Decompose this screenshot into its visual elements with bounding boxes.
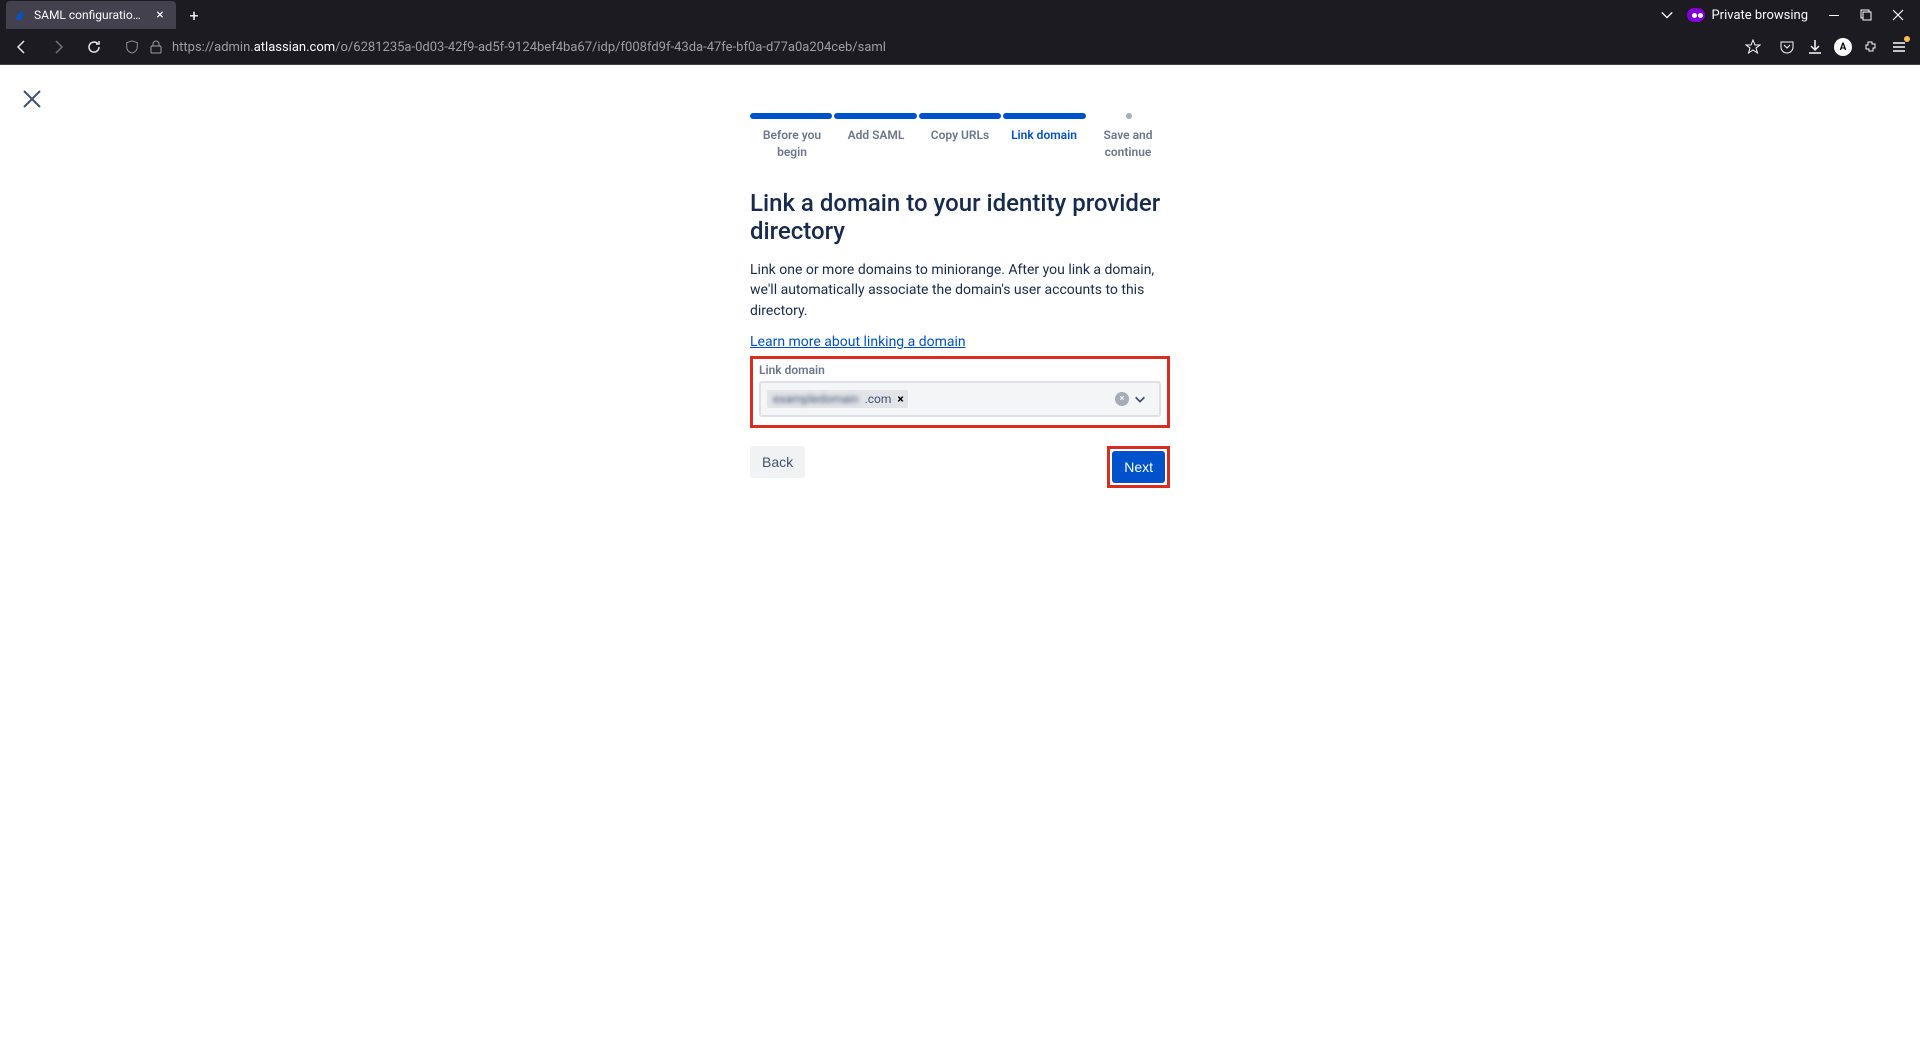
- back-button[interactable]: Back: [750, 446, 805, 478]
- minimize-window-icon[interactable]: [1824, 5, 1844, 25]
- extensions-icon[interactable]: [1862, 38, 1880, 56]
- close-dialog-icon[interactable]: [16, 83, 48, 115]
- remove-chip-icon[interactable]: ×: [897, 392, 903, 406]
- page-description: Link one or more domains to miniorange. …: [750, 260, 1170, 321]
- page-heading: Link a domain to your identity provider …: [750, 189, 1170, 247]
- chip-text: exampledomain: [773, 392, 859, 406]
- lock-icon[interactable]: [148, 39, 164, 55]
- reload-icon[interactable]: [80, 33, 108, 61]
- maximize-window-icon[interactable]: [1856, 5, 1876, 25]
- browser-tab[interactable]: SAML configuration - Cle ×: [6, 1, 176, 29]
- pocket-icon[interactable]: [1778, 38, 1796, 56]
- new-tab-button[interactable]: +: [180, 1, 208, 29]
- private-browsing-label: Private browsing: [1711, 8, 1808, 23]
- account-icon[interactable]: A: [1834, 38, 1852, 56]
- progress-seg-3: [919, 113, 1001, 119]
- next-button[interactable]: Next: [1112, 451, 1165, 483]
- bookmark-star-icon[interactable]: [1744, 38, 1762, 56]
- step-before-you-begin: Before you begin: [750, 127, 834, 161]
- shield-icon[interactable]: [124, 39, 140, 55]
- link-domain-label: Link domain: [759, 363, 1161, 377]
- step-copy-urls: Copy URLs: [918, 127, 1002, 161]
- forward-nav-icon[interactable]: [44, 33, 72, 61]
- page-content: Before you begin Add SAML Copy URLs Link…: [0, 64, 1920, 1049]
- downloads-icon[interactable]: [1806, 38, 1824, 56]
- address-bar[interactable]: https://admin.atlassian.com/o/6281235a-0…: [116, 32, 1770, 62]
- progress-seg-1: [750, 113, 832, 119]
- tab-bar: SAML configuration - Cle × + Private bro…: [0, 0, 1920, 30]
- step-save-continue: Save and continue: [1086, 127, 1170, 161]
- wizard-button-row: Back Next: [750, 446, 1170, 488]
- nav-bar: https://admin.atlassian.com/o/6281235a-0…: [0, 30, 1920, 64]
- close-tab-icon[interactable]: ×: [152, 7, 168, 23]
- learn-more-link[interactable]: Learn more about linking a domain: [750, 334, 966, 350]
- close-window-icon[interactable]: [1888, 5, 1908, 25]
- progress-indicator: [750, 113, 1170, 119]
- link-domain-field-highlight: Link domain exampledomain .com × ×: [750, 356, 1170, 428]
- tabs-list-icon[interactable]: [1657, 5, 1677, 25]
- browser-chrome: SAML configuration - Cle × + Private bro…: [0, 0, 1920, 64]
- step-add-saml: Add SAML: [834, 127, 918, 161]
- progress-seg-2: [834, 113, 916, 119]
- back-nav-icon[interactable]: [8, 33, 36, 61]
- tab-title: SAML configuration - Cle: [34, 8, 146, 22]
- link-domain-select[interactable]: exampledomain .com × ×: [759, 381, 1161, 417]
- next-button-highlight: Next: [1107, 446, 1170, 488]
- url-text: https://admin.atlassian.com/o/6281235a-0…: [172, 40, 886, 55]
- chip-suffix: .com: [865, 392, 892, 406]
- step-link-domain: Link domain: [1002, 127, 1086, 161]
- chevron-down-icon[interactable]: [1133, 392, 1153, 406]
- step-labels: Before you begin Add SAML Copy URLs Link…: [750, 127, 1170, 161]
- wizard-container: Before you begin Add SAML Copy URLs Link…: [750, 65, 1170, 488]
- domain-chip: exampledomain .com ×: [767, 390, 908, 408]
- atlassian-favicon-icon: [14, 8, 28, 22]
- mask-icon: [1687, 8, 1705, 22]
- menu-icon[interactable]: [1890, 38, 1908, 56]
- progress-seg-4: [1003, 113, 1085, 119]
- clear-selection-icon[interactable]: ×: [1115, 392, 1129, 406]
- private-browsing-indicator: Private browsing: [1687, 8, 1808, 23]
- progress-seg-5: [1088, 113, 1170, 119]
